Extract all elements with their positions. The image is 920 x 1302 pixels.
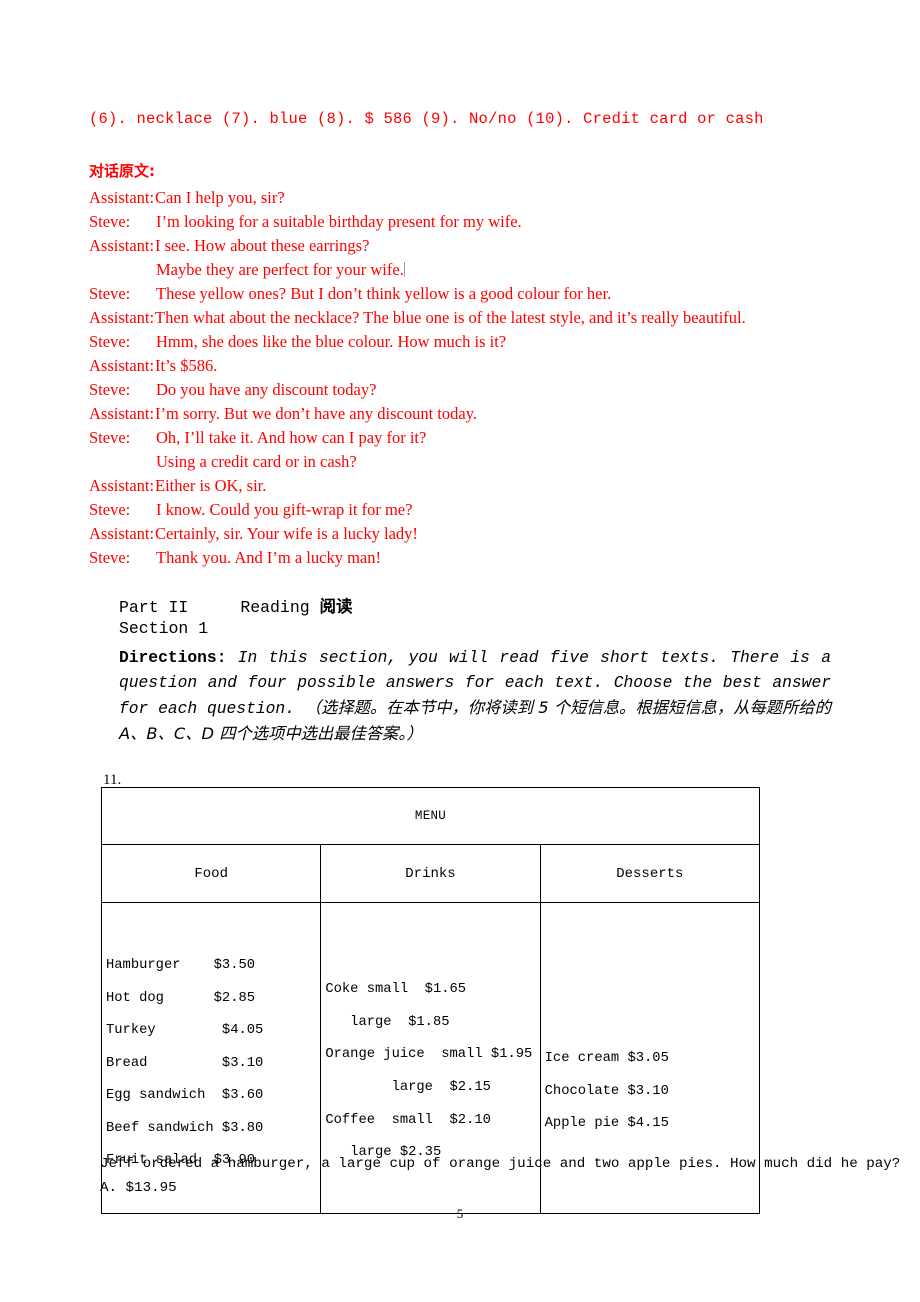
menu-item-line: Hot dog $2.85 <box>106 990 256 1006</box>
dialogue-utterance: Do you have any discount today? <box>156 380 377 399</box>
menu-item-line: large $1.85 <box>325 1014 450 1030</box>
part-heading: Part II Reading 阅读 <box>119 593 353 617</box>
dialogue-utterance: Hmm, she does like the blue colour. How … <box>156 332 507 351</box>
page-number: 5 <box>456 1206 464 1221</box>
dialogue-line: Maybe they are perfect for your wife. <box>89 258 849 282</box>
part-name-en: Reading <box>240 598 310 617</box>
dialogue-utterance: Thank you. And I’m a lucky man! <box>156 548 381 567</box>
transcript-heading: 对话原文: <box>89 162 155 180</box>
dialogue-speaker: Steve: <box>89 548 131 567</box>
dialogue-transcript: Assistant: Can I help you, sir? Steve: I’m … <box>89 186 849 570</box>
dialogue-utterance: I’m sorry. But we don’t have any discoun… <box>155 404 477 423</box>
menu-item-line: Beef sandwich $3.80 <box>106 1120 264 1136</box>
dialogue-speaker: Steve: <box>89 500 131 519</box>
document-page: (6). necklace (7). blue (8). $ 586 (9). … <box>0 0 920 1302</box>
dialogue-line: Steve: I know. Could you gift-wrap it for… <box>89 498 849 522</box>
directions-label: Directions: <box>119 648 227 667</box>
dialogue-speaker: Assistant: <box>89 308 155 327</box>
dialogue-speaker: Steve: <box>89 332 131 351</box>
dialogue-utterance: I’m looking for a suitable birthday pres… <box>156 212 522 231</box>
dialogue-utterance: I know. Could you gift-wrap it for me? <box>156 500 413 519</box>
menu-item-line: Turkey $4.05 <box>106 1023 264 1039</box>
dialogue-line: Steve: Hmm, she does like the blue colour… <box>89 330 849 354</box>
dialogue-line: Assistant: I’m sorry. But we don’t have a… <box>89 402 849 426</box>
part-label: Part II <box>119 598 189 617</box>
dialogue-line: Steve: Do you have any discount today? <box>89 378 849 402</box>
menu-item-line: Egg sandwich $3.60 <box>106 1088 264 1104</box>
dialogue-line: Assistant: Can I help you, sir? <box>89 186 849 210</box>
dialogue-speaker: Steve: <box>89 212 131 231</box>
dialogue-line: Steve: These yellow ones? But I don’t thi… <box>89 282 849 306</box>
dialogue-speaker: Assistant: <box>89 524 155 543</box>
dialogue-speaker: Steve: <box>89 284 131 303</box>
dialogue-line: Assistant: Either is OK, sir. <box>89 474 849 498</box>
dialogue-utterance: It’s $586. <box>155 356 218 375</box>
column-header-desserts: Desserts <box>539 844 761 903</box>
menu-item-line: Hamburger $3.50 <box>106 957 256 973</box>
dialogue-line: Using a credit card or in cash? <box>89 450 849 474</box>
menu-item-line: Bread $3.10 <box>106 1055 264 1071</box>
directions-block: Directions: In this section, you will re… <box>119 645 831 747</box>
menu-table: MENU Food Drinks Desserts Hamburger $3.5… <box>100 787 761 1214</box>
menu-table-container: MENU Food Drinks Desserts Hamburger $3.5… <box>100 787 761 1214</box>
dialogue-speaker: Steve: <box>89 380 131 399</box>
question-option-a: A. $13.95 <box>100 1180 177 1196</box>
dialogue-line: Steve: I’m looking for a suitable birthda… <box>89 210 849 234</box>
menu-item-line: Coke small $1.65 <box>325 982 467 998</box>
answer-key-line: (6). necklace (7). blue (8). $ 586 (9). … <box>89 110 764 128</box>
menu-item-line: Apple pie $4.15 <box>544 1116 669 1132</box>
dialogue-line: Steve: Thank you. And I’m a lucky man! <box>89 546 849 570</box>
dialogue-utterance: Using a credit card or in cash? <box>156 452 357 471</box>
menu-item-line: Coffee small $2.10 <box>325 1112 491 1128</box>
dialogue-utterance: Maybe they are perfect for your wife. <box>156 260 405 279</box>
menu-item-line: Orange juice small $1.95 <box>325 1047 533 1063</box>
dialogue-line: Assistant: It’s $586. <box>89 354 849 378</box>
question-stem: Jeff ordered a hamburger, a large cup of… <box>100 1156 901 1172</box>
dialogue-line: Assistant: I see. How about these earring… <box>89 234 849 258</box>
column-header-food: Food <box>100 844 322 903</box>
table-row-headers: Food Drinks Desserts <box>100 844 761 903</box>
dialogue-utterance: Then what about the necklace? The blue o… <box>155 308 746 327</box>
column-header-drinks: Drinks <box>320 844 541 903</box>
dialogue-utterance: Either is OK, sir. <box>155 476 267 495</box>
dialogue-speaker: Assistant: <box>89 476 155 495</box>
dialogue-speaker: Steve: <box>89 428 131 447</box>
dialogue-utterance: Oh, I’ll take it. And how can I pay for … <box>156 428 427 447</box>
dialogue-line: Assistant: Then what about the necklace? … <box>89 306 849 330</box>
dialogue-speaker: Assistant: <box>89 404 155 423</box>
dialogue-line: Steve: Oh, I’ll take it. And how can I pa… <box>89 426 849 450</box>
dialogue-utterance: I see. How about these earrings? <box>155 236 370 255</box>
table-row-banner: MENU <box>101 787 760 845</box>
dialogue-utterance: Can I help you, sir? <box>155 188 285 207</box>
dialogue-utterance: These yellow ones? But I don’t think yel… <box>156 284 612 303</box>
dialogue-speaker: Assistant: <box>89 356 155 375</box>
menu-item-line: large $2.15 <box>325 1080 491 1095</box>
menu-banner-cell: MENU <box>101 787 760 845</box>
dialogue-line: Assistant: Certainly, sir. Your wife is a… <box>89 522 849 546</box>
dialogue-utterance: Certainly, sir. Your wife is a lucky lad… <box>155 524 418 543</box>
menu-item-line: Chocolate $3.10 <box>544 1083 669 1099</box>
section-heading: Section 1 <box>119 619 209 638</box>
text-cursor <box>403 262 405 277</box>
part-name-cn: 阅读 <box>319 597 353 616</box>
dialogue-speaker: Assistant: <box>89 236 155 255</box>
menu-item-line: Ice cream $3.05 <box>544 1051 669 1067</box>
dialogue-speaker: Assistant: <box>89 188 155 207</box>
